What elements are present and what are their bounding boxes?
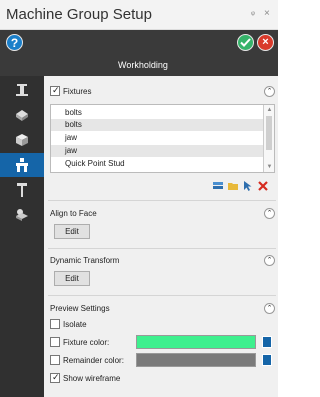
fixture-color-checkbox[interactable] [50,337,60,347]
align-to-face-label: Align to Face [50,209,97,218]
list-scrollbar[interactable]: ▲ ▼ [263,105,274,172]
cancel-button[interactable]: × [257,34,274,51]
show-wireframe-checkbox[interactable] [50,372,60,383]
align-collapse-icon[interactable]: ⌃ [264,208,275,219]
fixtures-label: Fixtures [63,87,92,96]
remainder-color-picker-icon[interactable] [262,354,272,366]
scroll-up-icon[interactable]: ▲ [264,105,275,115]
select-arrow-icon[interactable] [242,180,254,192]
list-item[interactable]: bolts [51,119,263,131]
folder-icon[interactable] [227,180,239,192]
preview-settings-label: Preview Settings [50,304,110,313]
fixture-color-label: Fixture color: [63,338,110,347]
divider [48,248,276,249]
fixtures-collapse-icon[interactable]: ⌃ [264,86,275,97]
fixture-color-picker-icon[interactable] [262,336,272,348]
align-edit-button[interactable]: Edit [54,224,90,239]
sidebar-tool-icon[interactable] [0,178,44,202]
fixtures-checkbox[interactable] [50,85,60,96]
divider [48,200,276,201]
sidebar-part-icon[interactable] [0,103,44,127]
remainder-color-label: Remainder color: [63,356,124,365]
panel-header: ? × Workholding [0,30,278,76]
list-item[interactable]: bolts [51,107,263,119]
close-icon[interactable]: × [264,8,270,19]
scroll-down-icon[interactable]: ▼ [264,162,275,172]
dynamic-edit-button[interactable]: Edit [54,271,90,286]
list-item[interactable]: Quick Point Stud [51,158,263,170]
fixtures-list[interactable]: bolts bolts jaw jaw Quick Point Stud ▲ ▼ [50,104,275,173]
fixture-color-swatch[interactable] [136,335,256,349]
dynamic-collapse-icon[interactable]: ⌃ [264,255,275,266]
sidebar-workholding-icon[interactable] [0,153,44,177]
divider [48,295,276,296]
remainder-color-checkbox[interactable] [50,355,60,365]
sidebar [0,76,44,397]
stack-icon[interactable] [212,180,224,192]
list-item[interactable]: jaw [51,132,263,144]
content-panel: Fixtures ⌃ bolts bolts jaw jaw Quick Poi… [44,76,278,397]
checkmark-icon [240,38,251,47]
delete-icon[interactable] [257,180,269,192]
sidebar-stock-icon[interactable] [0,78,44,102]
list-item[interactable]: jaw [51,145,263,157]
scroll-thumb[interactable] [266,116,272,150]
help-icon[interactable]: ? [6,34,23,51]
panel-heading: Workholding [118,60,168,70]
ok-button[interactable] [237,34,254,51]
dynamic-transform-label: Dynamic Transform [50,256,120,265]
sidebar-block-icon[interactable] [0,128,44,152]
isolate-label: Isolate [63,320,87,329]
window-title: Machine Group Setup [6,6,152,23]
remainder-color-swatch[interactable] [136,353,256,367]
isolate-checkbox[interactable] [50,319,60,329]
preview-collapse-icon[interactable]: ⌃ [264,303,275,314]
pin-icon[interactable]: ᵠ [251,9,255,19]
sidebar-settings-icon[interactable] [0,203,44,227]
title-bar: Machine Group Setup ᵠ × [0,0,278,30]
show-wireframe-label: Show wireframe [63,374,121,383]
